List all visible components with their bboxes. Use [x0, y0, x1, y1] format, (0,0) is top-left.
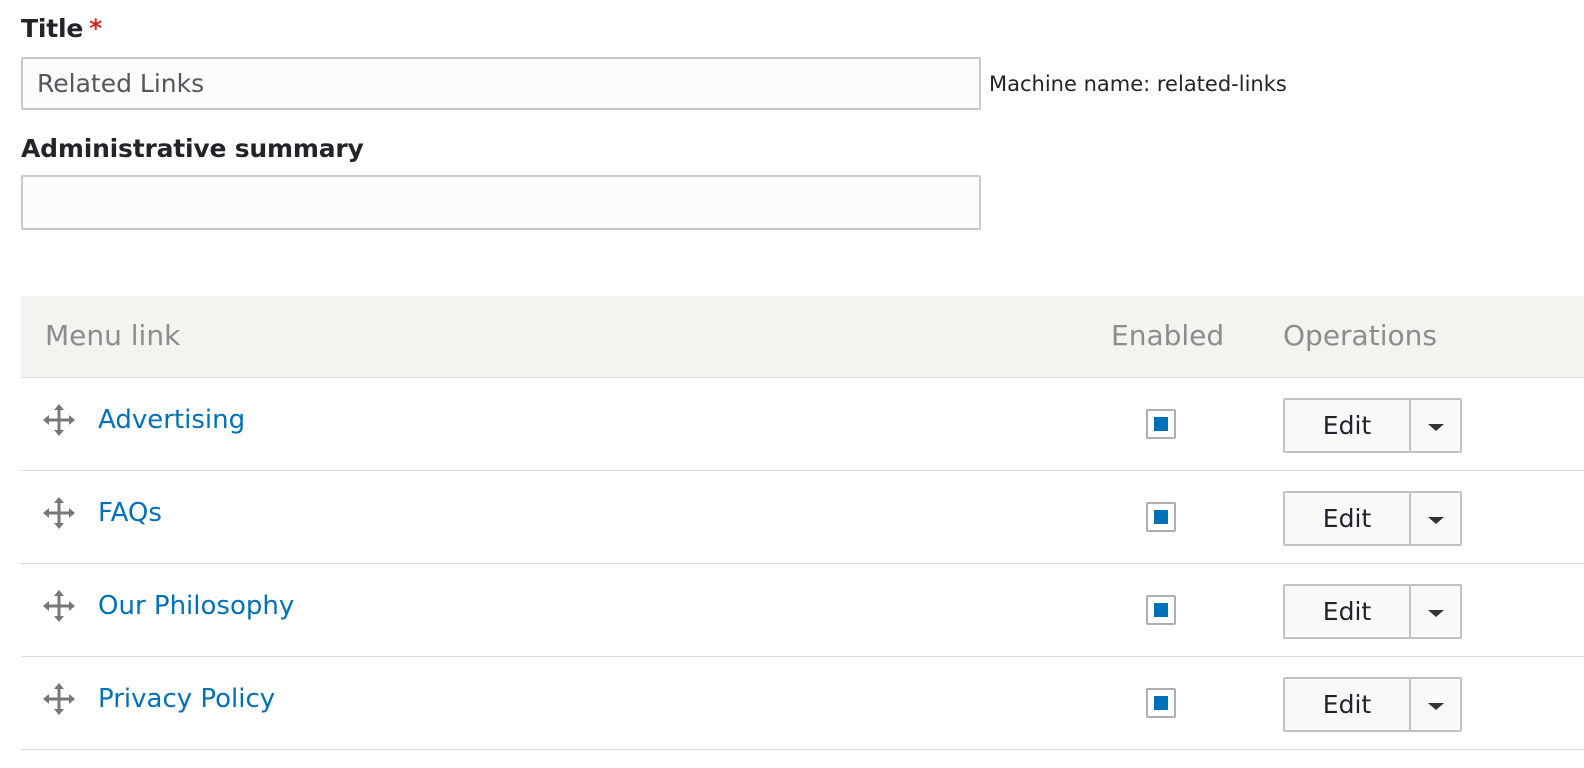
chevron-down-icon: [1428, 517, 1444, 524]
operations-dropbutton: Edit: [1283, 677, 1462, 732]
table-row: Privacy Policy Edit: [21, 657, 1584, 750]
table-header: Menu link Enabled Operations: [21, 296, 1584, 378]
enabled-checkbox[interactable]: [1146, 595, 1176, 625]
machine-name-label: Machine name: related-links: [989, 72, 1287, 96]
chevron-down-icon: [1428, 424, 1444, 431]
operations-dropbutton: Edit: [1283, 584, 1462, 639]
summary-label: Administrative summary: [21, 134, 364, 163]
edit-button[interactable]: Edit: [1285, 400, 1409, 451]
required-marker: *: [89, 14, 102, 43]
move-icon[interactable]: [43, 683, 75, 715]
operations-toggle-button[interactable]: [1409, 400, 1460, 451]
checkbox-checked-mark: [1154, 417, 1168, 431]
table-row: Advertising Edit: [21, 378, 1584, 471]
enabled-checkbox[interactable]: [1146, 502, 1176, 532]
checkbox-checked-mark: [1154, 603, 1168, 617]
table-row: Our Philosophy Edit: [21, 564, 1584, 657]
menu-link-our-philosophy[interactable]: Our Philosophy: [98, 591, 294, 621]
edit-button[interactable]: Edit: [1285, 586, 1409, 637]
table-row: FAQs Edit: [21, 471, 1584, 564]
menu-links-table: Menu link Enabled Operations Advertising…: [21, 296, 1584, 750]
enabled-checkbox[interactable]: [1146, 409, 1176, 439]
enabled-checkbox[interactable]: [1146, 688, 1176, 718]
header-enabled: Enabled: [1111, 319, 1225, 352]
menu-link-privacy-policy[interactable]: Privacy Policy: [98, 684, 275, 714]
chevron-down-icon: [1428, 610, 1444, 617]
chevron-down-icon: [1428, 703, 1444, 710]
menu-link-advertising[interactable]: Advertising: [98, 405, 245, 435]
title-label: Title *: [21, 14, 102, 43]
checkbox-checked-mark: [1154, 696, 1168, 710]
menu-link-faqs[interactable]: FAQs: [98, 498, 162, 528]
operations-toggle-button[interactable]: [1409, 679, 1460, 730]
header-menu-link: Menu link: [45, 319, 181, 352]
operations-dropbutton: Edit: [1283, 491, 1462, 546]
move-icon[interactable]: [43, 497, 75, 529]
menu-edit-form: Title* Machine name: related-links Admin…: [0, 0, 1584, 768]
summary-input[interactable]: [21, 175, 981, 230]
operations-dropbutton: Edit: [1283, 398, 1462, 453]
title-input[interactable]: [21, 57, 981, 110]
operations-toggle-button[interactable]: [1409, 493, 1460, 544]
edit-button[interactable]: Edit: [1285, 679, 1409, 730]
operations-toggle-button[interactable]: [1409, 586, 1460, 637]
move-icon[interactable]: [43, 590, 75, 622]
header-operations: Operations: [1283, 319, 1437, 352]
checkbox-checked-mark: [1154, 510, 1168, 524]
edit-button[interactable]: Edit: [1285, 493, 1409, 544]
move-icon[interactable]: [43, 404, 75, 436]
